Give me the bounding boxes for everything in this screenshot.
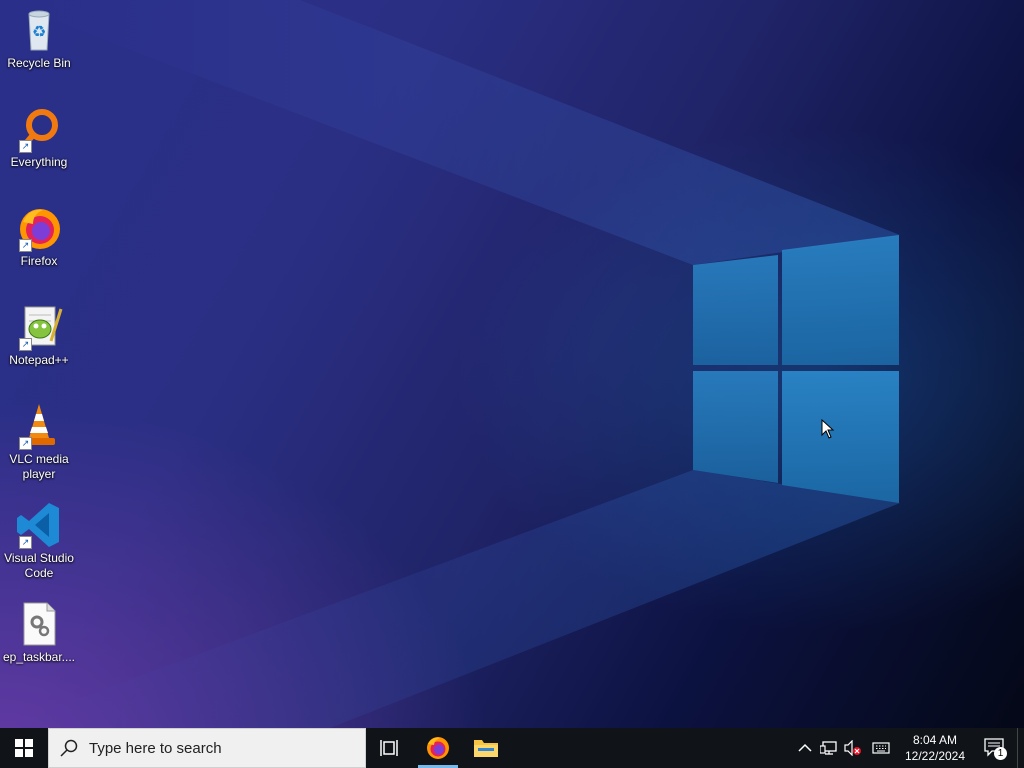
desktop-icon-label: VLC media player: [9, 452, 69, 481]
windows-start-icon: [15, 739, 33, 757]
volume-muted-icon: [844, 740, 861, 756]
shortcut-arrow-icon: ↗: [19, 437, 32, 450]
windows-logo: [693, 235, 899, 503]
task-view-icon: [380, 740, 398, 756]
desktop-icon-notepad-plus-plus[interactable]: ↗ Notepad++: [0, 303, 78, 368]
firefox-icon: ↗: [15, 204, 63, 252]
svg-text:♻: ♻: [32, 24, 46, 41]
notification-count-badge: 1: [994, 747, 1007, 760]
taskbar-firefox-button[interactable]: [414, 728, 462, 768]
clock-time: 8:04 AM: [912, 733, 958, 747]
task-view-button[interactable]: [366, 728, 414, 768]
folder-icon: [474, 740, 498, 757]
action-center-button[interactable]: 1: [973, 728, 1017, 768]
network-icon: [820, 741, 837, 755]
keyboard-icon: [872, 742, 890, 754]
desktop-icon-label: Notepad++: [9, 353, 69, 367]
chevron-up-icon: [798, 743, 812, 752]
shortcut-arrow-icon: ↗: [19, 338, 32, 351]
shortcut-arrow-icon: ↗: [19, 536, 32, 549]
taskbar-search-box[interactable]: Type here to search: [48, 728, 366, 768]
show-desktop-button[interactable]: [1017, 728, 1024, 768]
desktop[interactable]: ♻ Recycle Bin ↗ Everything ↗ Firefox ↗ N…: [0, 0, 1024, 728]
system-tray: 8:04 AM 12/22/2024 1: [793, 728, 1024, 768]
desktop-icon-ep-taskbar[interactable]: ep_taskbar....: [0, 600, 78, 665]
volume-button[interactable]: [841, 728, 865, 768]
wallpaper: [0, 0, 900, 728]
desktop-icon-label: Recycle Bin: [7, 56, 71, 70]
vscode-icon: ↗: [15, 501, 63, 549]
settings-file-icon: [15, 600, 63, 648]
recycle-bin-icon: ♻: [15, 6, 63, 54]
taskbar: Type here to search 8:04 AM 12/22/2024 1: [0, 728, 1024, 768]
shortcut-arrow-icon: ↗: [19, 239, 32, 252]
desktop-icon-firefox[interactable]: ↗ Firefox: [0, 204, 78, 269]
everything-search-icon: ↗: [15, 105, 63, 153]
search-icon: [49, 739, 89, 757]
desktop-icon-recycle-bin[interactable]: ♻ Recycle Bin: [0, 6, 78, 71]
desktop-icon-label: Everything: [10, 155, 68, 169]
clock-date: 12/22/2024: [904, 749, 966, 763]
search-placeholder: Type here to search: [89, 739, 222, 757]
firefox-icon: [427, 737, 449, 759]
desktop-icon-label: ep_taskbar....: [2, 650, 76, 664]
start-button[interactable]: [0, 728, 48, 768]
desktop-icon-everything[interactable]: ↗ Everything: [0, 105, 78, 170]
show-hidden-icons-button[interactable]: [793, 728, 817, 768]
clock-button[interactable]: 8:04 AM 12/22/2024: [897, 732, 973, 764]
notepad-plus-plus-icon: ↗: [15, 303, 63, 351]
shortcut-arrow-icon: ↗: [19, 140, 32, 153]
desktop-icon-vlc[interactable]: ↗ VLC media player: [0, 402, 78, 482]
mouse-cursor-icon: [821, 419, 835, 439]
desktop-icon-vscode[interactable]: ↗ Visual Studio Code: [0, 501, 78, 581]
desktop-icon-label: Visual Studio Code: [4, 551, 74, 580]
taskbar-file-explorer-button[interactable]: [462, 728, 510, 768]
network-button[interactable]: [817, 728, 841, 768]
touch-keyboard-button[interactable]: [865, 728, 897, 768]
vlc-icon: ↗: [15, 402, 63, 450]
desktop-icon-label: Firefox: [20, 254, 58, 268]
